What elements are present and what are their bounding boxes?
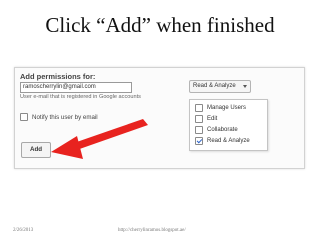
role-option-read-analyze[interactable]: Read & Analyze — [195, 137, 250, 145]
role-menu: Manage Users Edit Collaborate Read & Ana… — [189, 99, 268, 151]
role-checkbox[interactable] — [195, 126, 203, 134]
chevron-down-icon — [243, 85, 247, 88]
slide: Click “Add” when finished Add permission… — [0, 0, 320, 240]
arrow-head — [51, 136, 83, 159]
role-checkbox[interactable] — [195, 104, 203, 112]
email-field[interactable]: ramoscherrylin@gmail.com — [20, 82, 132, 93]
permissions-heading: Add permissions for: — [20, 72, 96, 81]
role-select-value: Read & Analyze — [193, 83, 236, 89]
permissions-panel: Add permissions for: ramoscherrylin@gmai… — [14, 67, 305, 169]
notify-checkbox[interactable] — [20, 113, 28, 121]
email-hint: User e-mail that is registered in Google… — [20, 94, 141, 100]
notify-label: Notify this user by email — [32, 113, 98, 121]
arrow-shaft — [68, 119, 148, 152]
role-checkbox-checked[interactable] — [195, 137, 203, 145]
role-option-collaborate[interactable]: Collaborate — [195, 126, 238, 134]
footer-url: http://cherrylinramos.blogspot.ae/ — [118, 228, 186, 233]
role-select[interactable]: Read & Analyze — [189, 80, 251, 93]
role-checkbox[interactable] — [195, 115, 203, 123]
role-option-label: Collaborate — [207, 127, 238, 133]
footer-date: 2/26/2013 — [13, 228, 34, 233]
slide-title: Click “Add” when finished — [45, 13, 275, 37]
role-option-label: Manage Users — [207, 105, 247, 111]
role-option-label: Read & Analyze — [207, 138, 250, 144]
add-button[interactable]: Add — [21, 142, 51, 158]
notify-user-option[interactable]: Notify this user by email — [20, 113, 98, 121]
role-option-label: Edit — [207, 116, 218, 122]
role-option-manage-users[interactable]: Manage Users — [195, 104, 246, 112]
role-option-edit[interactable]: Edit — [195, 115, 217, 123]
